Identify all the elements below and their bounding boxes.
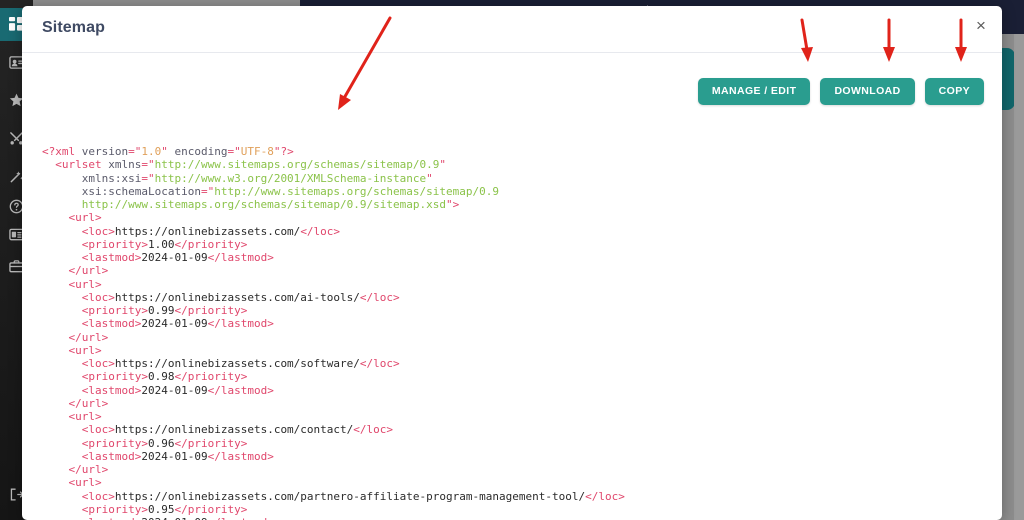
screen: Sitemap × MANAGE / EDIT DOWNLOAD COPY <?… bbox=[0, 0, 1024, 520]
dialog-body: MANAGE / EDIT DOWNLOAD COPY <?xml versio… bbox=[22, 53, 1002, 520]
copy-button[interactable]: COPY bbox=[924, 78, 984, 105]
action-toolbar: MANAGE / EDIT DOWNLOAD COPY bbox=[697, 78, 984, 105]
sitemap-code-viewer[interactable]: <?xml version="1.0" encoding="UTF-8"?> <… bbox=[22, 53, 1002, 520]
download-button[interactable]: DOWNLOAD bbox=[820, 78, 915, 105]
page-title: Sitemap bbox=[42, 19, 105, 36]
sitemap-xml-source: <?xml version="1.0" encoding="UTF-8"?> <… bbox=[42, 145, 625, 520]
close-icon[interactable]: × bbox=[970, 14, 992, 36]
dialog-header: Sitemap × bbox=[22, 6, 1002, 53]
manage-edit-button[interactable]: MANAGE / EDIT bbox=[697, 78, 811, 105]
sitemap-dialog: Sitemap × MANAGE / EDIT DOWNLOAD COPY <?… bbox=[22, 6, 1002, 520]
background-right-strip bbox=[1014, 34, 1024, 520]
